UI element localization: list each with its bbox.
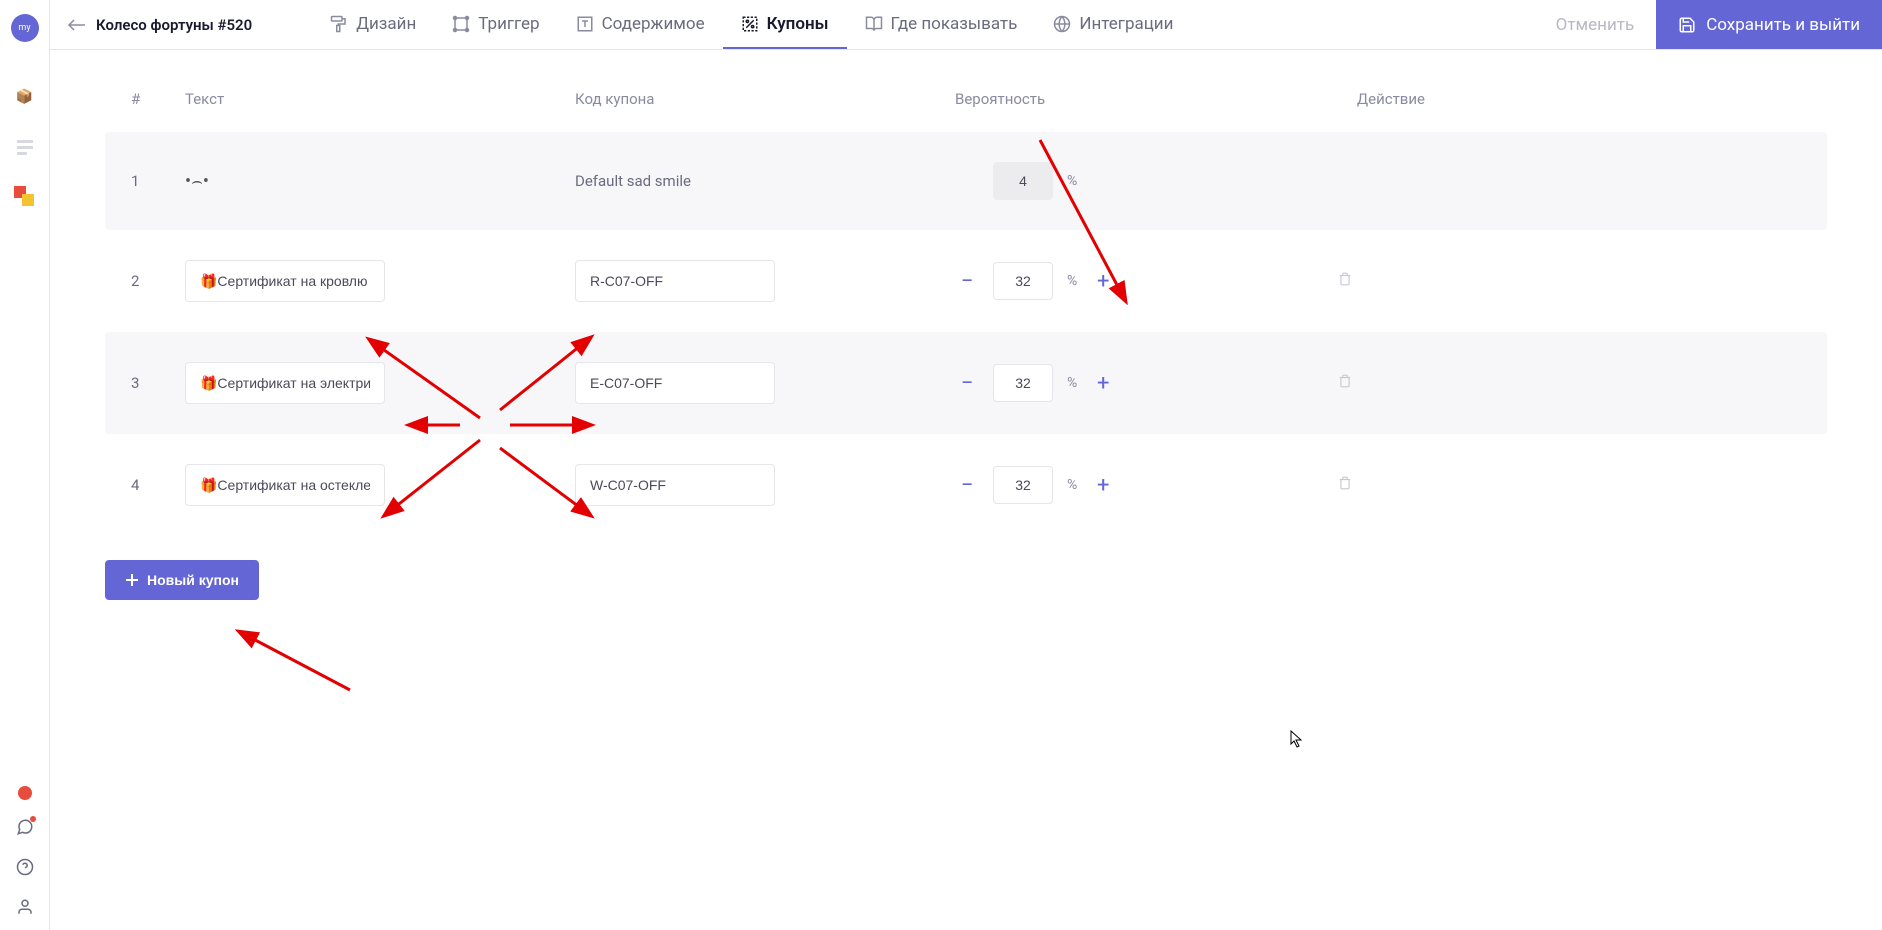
plus-button[interactable]: + — [1091, 473, 1115, 497]
page-title: Колесо фортуны #520 — [96, 16, 252, 34]
user-icon[interactable] — [16, 898, 34, 920]
row-code-static: Default sad smile — [575, 172, 955, 190]
sidebar-item-squares[interactable] — [10, 182, 40, 212]
table-row: 1 •⌢• Default sad smile % — [105, 132, 1827, 230]
minus-button[interactable]: − — [955, 269, 979, 293]
percent-label: % — [1067, 477, 1077, 493]
globe-icon — [1053, 15, 1071, 33]
arrow-left-icon — [68, 19, 86, 31]
tab-trigger[interactable]: Триггер — [434, 0, 557, 49]
minus-button[interactable]: − — [955, 473, 979, 497]
th-code: Код купона — [575, 90, 955, 108]
row-number: 3 — [105, 374, 185, 392]
row-number: 2 — [105, 272, 185, 290]
percent-label: % — [1067, 173, 1077, 189]
text-box-icon — [576, 15, 594, 33]
box-icon: 📦 — [13, 85, 37, 109]
book-icon — [865, 15, 883, 33]
coupon-text-input[interactable] — [185, 260, 385, 302]
probability-input[interactable] — [993, 364, 1053, 402]
back-button[interactable]: Колесо фортуны #520 — [68, 16, 252, 34]
sidebar-logo[interactable]: my — [11, 14, 39, 42]
coupon-table: # Текст Код купона Вероятность Действие … — [105, 80, 1827, 536]
new-coupon-button[interactable]: Новый купон — [105, 560, 259, 600]
tab-label: Купоны — [767, 14, 829, 34]
percent-label: % — [1067, 273, 1077, 289]
content: # Текст Код купона Вероятность Действие … — [50, 50, 1882, 930]
trash-icon — [1338, 374, 1352, 388]
chat-icon[interactable] — [16, 818, 34, 840]
row-number: 4 — [105, 476, 185, 494]
probability-cell: − % + — [955, 364, 1255, 402]
tabs: Дизайн Триггер Содержимое Купоны Где пок… — [312, 0, 1191, 49]
tab-label: Дизайн — [356, 14, 416, 34]
trash-icon — [1338, 476, 1352, 490]
table-row: 3 − % + — [105, 332, 1827, 434]
sidebar: my 📦 — [0, 0, 50, 930]
save-button[interactable]: Сохранить и выйти — [1656, 0, 1882, 49]
tab-label: Содержимое — [602, 14, 705, 34]
sidebar-item-box[interactable]: 📦 — [10, 82, 40, 112]
squares-icon — [13, 185, 37, 209]
row-number: 1 — [105, 172, 185, 190]
tab-where[interactable]: Где показывать — [847, 0, 1036, 49]
th-number: # — [105, 90, 185, 108]
percent-icon — [741, 15, 759, 33]
alert-dot-icon[interactable] — [18, 786, 32, 800]
plus-icon — [125, 573, 139, 587]
tab-integrations[interactable]: Интеграции — [1035, 0, 1191, 49]
table-header: # Текст Код купона Вероятность Действие — [105, 80, 1827, 132]
tab-content[interactable]: Содержимое — [558, 0, 723, 49]
delete-button[interactable] — [1338, 476, 1352, 494]
table-row: 2 − % + — [105, 230, 1827, 332]
paint-roller-icon — [330, 15, 348, 33]
th-action: Действие — [1255, 90, 1435, 108]
coupon-text-input[interactable] — [185, 362, 385, 404]
delete-button[interactable] — [1338, 374, 1352, 392]
bounding-box-icon — [452, 15, 470, 33]
cancel-button[interactable]: Отменить — [1534, 0, 1657, 49]
coupon-text-input[interactable] — [185, 464, 385, 506]
tab-label: Где показывать — [891, 14, 1018, 34]
probability-input[interactable] — [993, 262, 1053, 300]
tab-label: Триггер — [478, 14, 539, 34]
tab-label: Интеграции — [1079, 14, 1173, 34]
probability-cell: − % + — [955, 262, 1255, 300]
sidebar-item-list[interactable] — [10, 132, 40, 162]
topbar: Колесо фортуны #520 Дизайн Триггер Содер… — [50, 0, 1882, 50]
probability-input — [993, 162, 1053, 200]
trash-icon — [1338, 272, 1352, 286]
th-probability: Вероятность — [955, 90, 1255, 108]
help-icon[interactable] — [16, 858, 34, 880]
save-icon — [1678, 16, 1696, 34]
coupon-code-input[interactable] — [575, 464, 775, 506]
sad-face-icon: •⌢• — [185, 171, 575, 192]
list-icon — [13, 135, 37, 159]
percent-label: % — [1067, 375, 1077, 391]
th-text: Текст — [185, 90, 575, 108]
plus-button[interactable]: + — [1091, 371, 1115, 395]
table-row: 4 − % + — [105, 434, 1827, 536]
delete-button[interactable] — [1338, 272, 1352, 290]
coupon-code-input[interactable] — [575, 260, 775, 302]
plus-button[interactable]: + — [1091, 269, 1115, 293]
tab-coupons[interactable]: Купоны — [723, 0, 847, 49]
tab-design[interactable]: Дизайн — [312, 0, 434, 49]
minus-button[interactable]: − — [955, 371, 979, 395]
probability-cell: − % + — [955, 466, 1255, 504]
coupon-code-input[interactable] — [575, 362, 775, 404]
probability-cell: % — [955, 162, 1255, 200]
probability-input[interactable] — [993, 466, 1053, 504]
